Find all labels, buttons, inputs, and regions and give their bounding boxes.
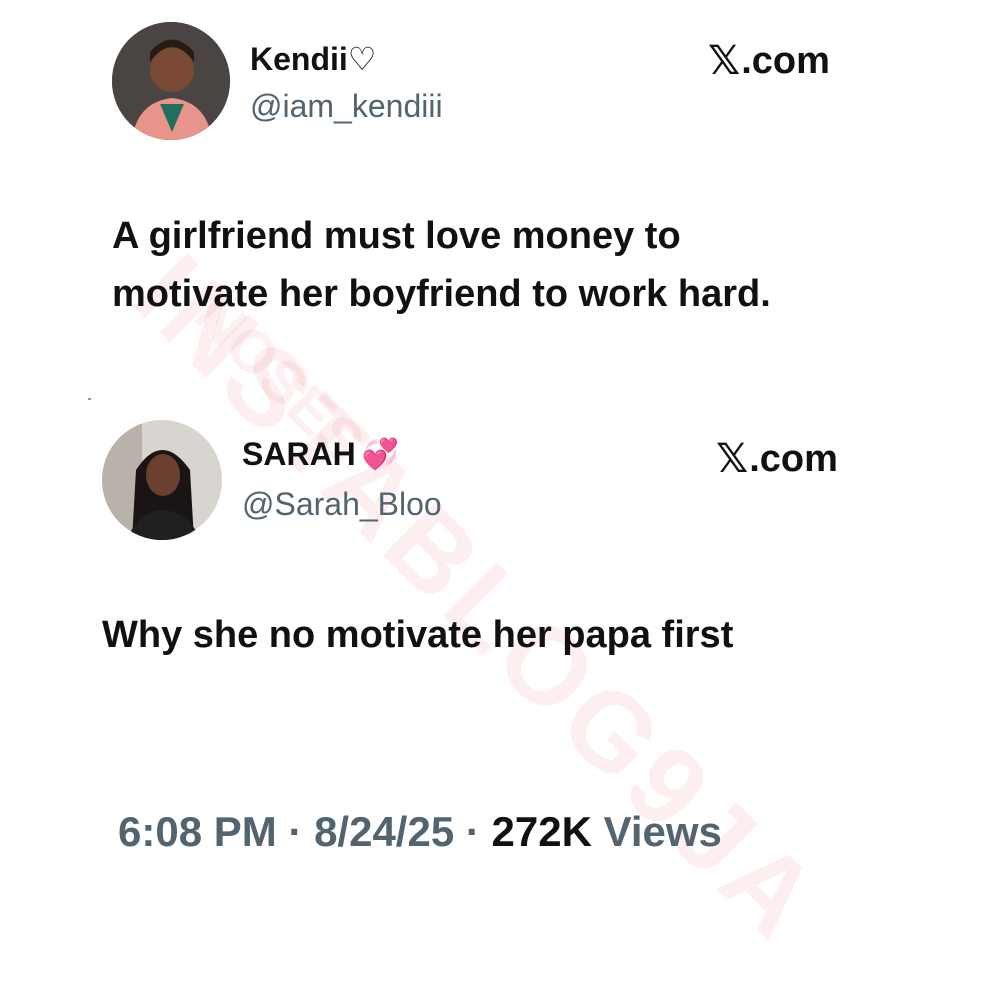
avatar-sarah[interactable] <box>102 420 222 540</box>
author-name[interactable]: Kendii♡ <box>250 40 376 78</box>
views-count[interactable]: 272K <box>492 808 592 855</box>
author-handle[interactable]: @iam_kendiii <box>250 88 443 125</box>
x-logo-icon: 𝕏 <box>708 39 741 83</box>
author-handle[interactable]: @Sarah_Bloo <box>242 486 442 523</box>
separator: · <box>454 808 492 855</box>
hearts-icon: 💞 <box>361 438 400 471</box>
x-logo-icon: 𝕏 <box>716 437 749 481</box>
x-com-label[interactable]: 𝕏 .com <box>716 436 838 482</box>
separator: · <box>276 808 315 855</box>
views-label: Views <box>591 808 722 855</box>
tweet-meta: 6:08 PM · 8/24/25 · 272K Views <box>118 808 722 856</box>
avatar-kendii[interactable] <box>112 22 230 140</box>
timestamp-date[interactable]: 8/24/25 <box>314 808 454 855</box>
tweet-text: Why she no motivate her papa first <box>102 614 734 656</box>
speck <box>88 398 91 400</box>
timestamp-time[interactable]: 6:08 PM <box>118 808 277 855</box>
x-com-label[interactable]: 𝕏 .com <box>708 38 830 84</box>
tweet-text: A girlfriend must love money to motivate… <box>112 215 771 315</box>
author-name[interactable]: SARAH 💞 <box>242 436 399 473</box>
